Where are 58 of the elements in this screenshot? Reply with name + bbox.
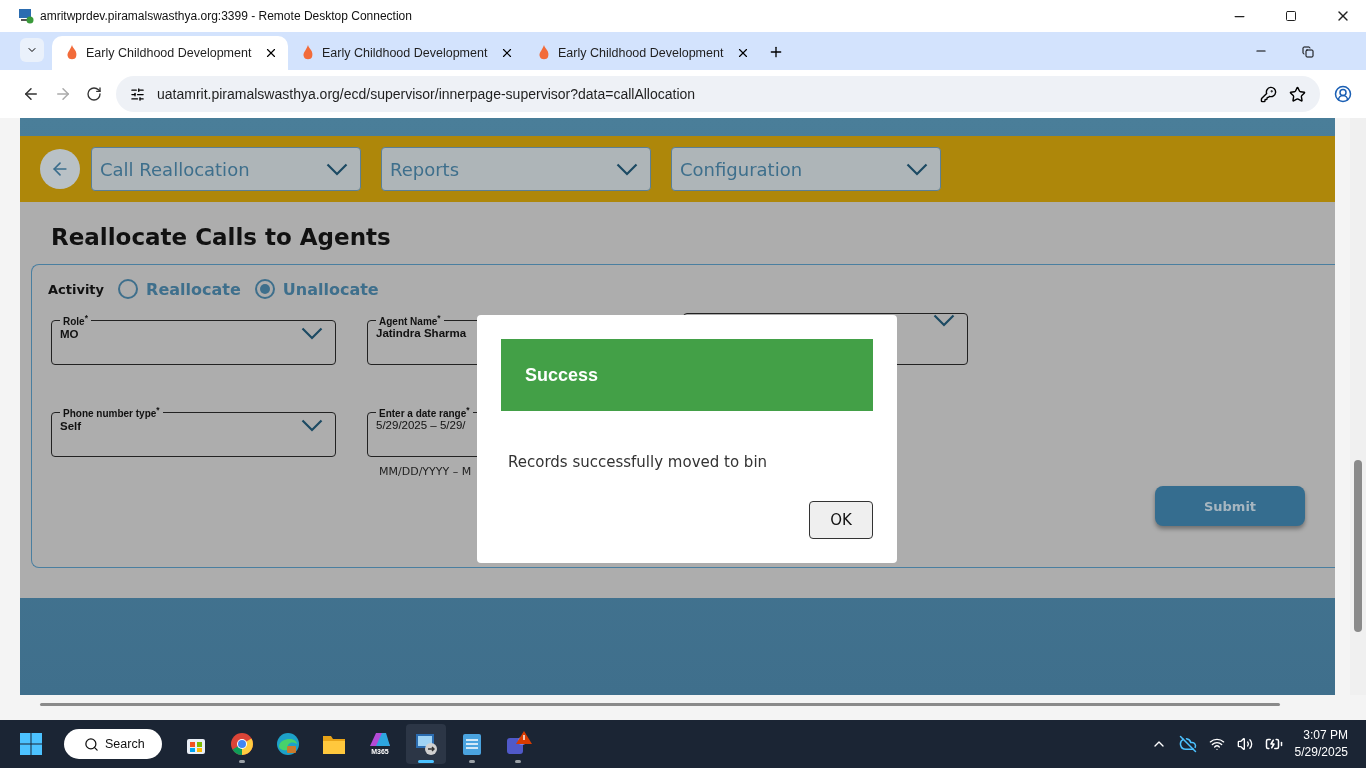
flame-icon [538,45,550,61]
chevron-icon [616,162,638,176]
field-label: Phone number type$^{*}$ [62,405,161,420]
field-label: Enter a date range$^{*}$ [378,405,471,420]
scrollbar[interactable] [1350,118,1366,695]
cloud-icon[interactable] [1178,735,1197,753]
close-tab-icon[interactable] [264,46,278,60]
browser-tab[interactable]: Early Childhood Development [52,36,288,70]
key-icon[interactable] [1260,85,1277,103]
field-value: Jatindra Sharma [376,327,467,340]
profile-icon[interactable] [1334,85,1352,103]
reload-icon[interactable] [86,86,102,102]
wifi-icon[interactable] [1208,736,1225,752]
browser-tab[interactable]: Early Childhood Development [288,36,524,70]
field-value: 5/29/2025 – 5/29/ [376,419,466,432]
bookmark-icon[interactable] [1289,85,1306,103]
browser-icon [230,732,254,756]
restore-icon[interactable] [1302,46,1314,58]
clock[interactable]: 3:07 PM 5/29/2025 [1294,727,1348,761]
notepad-icon [462,732,482,756]
field-value: Self [60,419,82,432]
browser-tab[interactable]: Early Childhood Development [524,36,760,70]
page-heading: Reallocate Calls to Agents [51,224,392,250]
date-format-hint: MM/DD/YYYY – M [379,465,473,478]
taskbar-app[interactable] [406,724,446,764]
activity-label: Activity [48,281,105,297]
flame-icon [302,45,314,61]
ok-button[interactable]: OK [809,501,873,539]
remote-desktop-icon [18,8,34,24]
field-label: Agent Name$^{*}$ [378,313,442,328]
close-tab-icon[interactable] [736,46,750,60]
field-value: MO [60,327,79,340]
chevron-icon [326,162,348,176]
maximize-icon[interactable] [1285,10,1297,22]
select-field[interactable]: Role$^{*}$ MO [51,313,336,365]
remote-desktop-icon [414,732,438,756]
volume-icon[interactable] [1236,736,1253,752]
dialog-message: Records successfully moved to bin [508,453,769,471]
teams-icon [504,731,532,757]
window-title: amritwprdev.piramalswasthya.org:3399 - Remote Desktop Connection [40,9,413,23]
site-settings-icon[interactable] [130,86,145,102]
back-icon[interactable] [22,85,40,103]
new-tab-icon[interactable] [768,44,784,60]
edge-browser-icon [276,732,300,756]
url-text: uatamrit.piramalswasthya.org/ecd/supervisor/innerpage-supervisor?data=callAllocation [157,86,697,102]
field-label: Role$^{*}$ [62,313,89,328]
search-button[interactable]: Search [64,729,162,759]
flame-icon [66,45,78,61]
start-icon[interactable] [20,733,42,755]
address-bar[interactable]: uatamrit.piramalswasthya.org/ecd/supervisor/innerpage-supervisor?data=callAllocation [116,76,1320,112]
dialog-title: Success [501,339,873,411]
chevron-icon [906,162,928,176]
close-tab-icon[interactable] [500,46,514,60]
tab-search-button[interactable] [20,38,44,62]
folder-icon [322,733,346,755]
select-field[interactable]: Phone number type$^{*}$ Self [51,405,336,457]
horizontal-scrollbar[interactable] [0,695,1366,720]
search-icon [84,736,99,752]
